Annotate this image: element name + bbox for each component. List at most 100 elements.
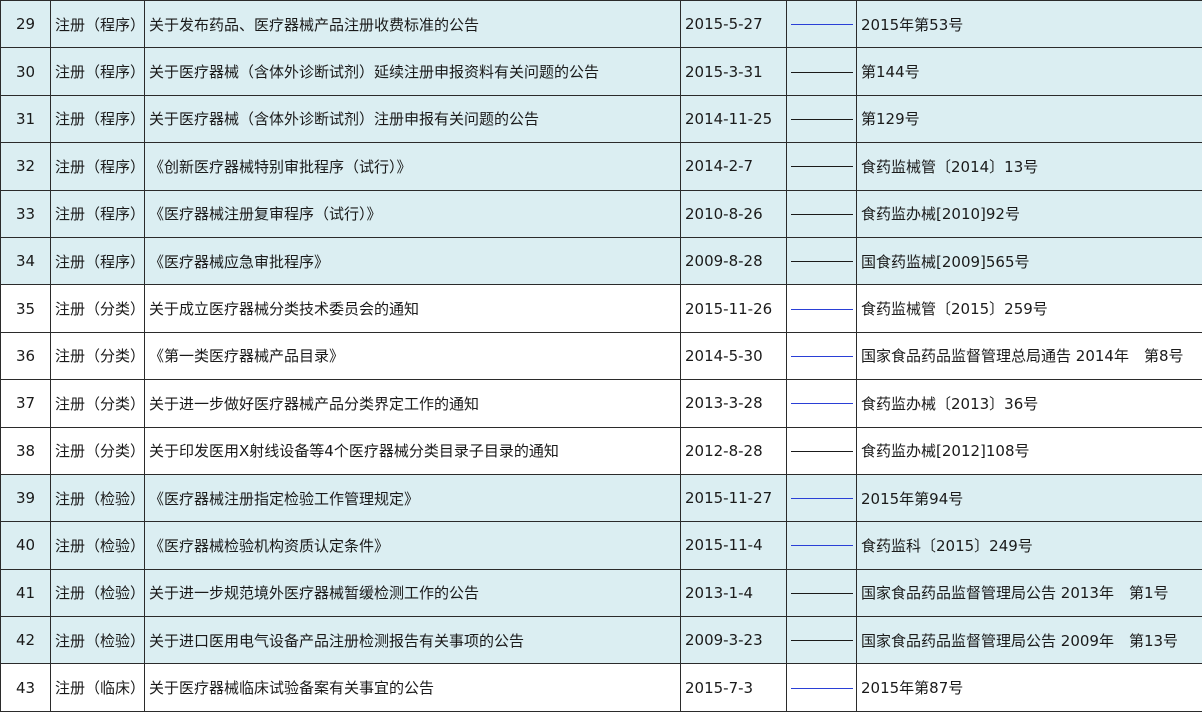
- row-document-number: 食药监械管〔2014〕13号: [856, 142, 1202, 191]
- table-row: 31 注册（程序） 关于医疗器械（含体外诊断试剂）注册申报有关问题的公告 201…: [0, 94, 1202, 144]
- document-link[interactable]: [791, 308, 853, 310]
- document-link[interactable]: [791, 498, 853, 500]
- document-link[interactable]: [791, 545, 853, 547]
- row-category: 注册（分类）: [50, 331, 145, 381]
- document-link[interactable]: [791, 71, 853, 73]
- row-document-number: 2015年第87号: [856, 663, 1202, 712]
- row-category: 注册（临床）: [50, 663, 145, 712]
- row-date: 2013-1-4: [680, 568, 787, 618]
- row-title: 关于发布药品、医疗器械产品注册收费标准的公告: [144, 0, 681, 49]
- row-title: 关于医疗器械（含体外诊断试剂）延续注册申报资料有关问题的公告: [144, 47, 681, 96]
- row-document-number: 食药监科〔2015〕249号: [856, 521, 1202, 570]
- row-category: 注册（检验）: [50, 568, 145, 618]
- row-link-cell[interactable]: [786, 426, 857, 475]
- row-category: 注册（程序）: [50, 94, 145, 144]
- table-row: 32 注册（程序） 《创新医疗器械特别审批程序（试行）》 2014-2-7 食药…: [0, 142, 1202, 191]
- regulations-table: 29 注册（程序） 关于发布药品、医疗器械产品注册收费标准的公告 2015-5-…: [0, 0, 1202, 712]
- row-number: 40: [0, 521, 51, 570]
- row-number: 29: [0, 0, 51, 49]
- document-link[interactable]: [791, 355, 853, 357]
- row-link-cell[interactable]: [786, 663, 857, 712]
- row-number: 39: [0, 473, 51, 523]
- row-category: 注册（分类）: [50, 284, 145, 333]
- row-date: 2009-8-28: [680, 236, 787, 286]
- row-document-number: 食药监办械[2010]92号: [856, 189, 1202, 238]
- row-link-cell[interactable]: [786, 47, 857, 96]
- row-document-number: 食药监械管〔2015〕259号: [856, 284, 1202, 333]
- document-link[interactable]: [791, 450, 853, 452]
- row-date: 2014-5-30: [680, 331, 787, 381]
- row-number: 37: [0, 379, 51, 428]
- row-document-number: 食药监办械[2012]108号: [856, 426, 1202, 475]
- row-link-cell[interactable]: [786, 379, 857, 428]
- row-title: 《医疗器械检验机构资质认定条件》: [144, 521, 681, 570]
- row-category: 注册（程序）: [50, 189, 145, 238]
- row-title: 关于进一步做好医疗器械产品分类界定工作的通知: [144, 379, 681, 428]
- table-row: 34 注册（程序） 《医疗器械应急审批程序》 2009-8-28 国食药监械[2…: [0, 236, 1202, 286]
- table-row: 41 注册（检验） 关于进一步规范境外医疗器械暂缓检测工作的公告 2013-1-…: [0, 568, 1202, 618]
- row-date: 2015-7-3: [680, 663, 787, 712]
- row-number: 32: [0, 142, 51, 191]
- row-title: 《创新医疗器械特别审批程序（试行）》: [144, 142, 681, 191]
- row-number: 38: [0, 426, 51, 475]
- row-number: 35: [0, 284, 51, 333]
- row-category: 注册（检验）: [50, 616, 145, 665]
- row-date: 2015-11-27: [680, 473, 787, 523]
- document-link[interactable]: [791, 118, 853, 120]
- document-link[interactable]: [791, 640, 853, 642]
- row-document-number: 2015年第94号: [856, 473, 1202, 523]
- row-number: 42: [0, 616, 51, 665]
- table-row: 42 注册（检验） 关于进口医用电气设备产品注册检测报告有关事项的公告 2009…: [0, 616, 1202, 665]
- row-date: 2014-11-25: [680, 94, 787, 144]
- table-row: 33 注册（程序） 《医疗器械注册复审程序（试行）》 2010-8-26 食药监…: [0, 189, 1202, 238]
- table-row: 36 注册（分类） 《第一类医疗器械产品目录》 2014-5-30 国家食品药品…: [0, 331, 1202, 381]
- table-row: 40 注册（检验） 《医疗器械检验机构资质认定条件》 2015-11-4 食药监…: [0, 521, 1202, 570]
- row-link-cell[interactable]: [786, 142, 857, 191]
- row-link-cell[interactable]: [786, 616, 857, 665]
- row-link-cell[interactable]: [786, 473, 857, 523]
- row-link-cell[interactable]: [786, 568, 857, 618]
- row-link-cell[interactable]: [786, 236, 857, 286]
- row-category: 注册（程序）: [50, 236, 145, 286]
- row-title: 关于成立医疗器械分类技术委员会的通知: [144, 284, 681, 333]
- row-title: 《医疗器械注册指定检验工作管理规定》: [144, 473, 681, 523]
- row-title: 关于印发医用X射线设备等4个医疗器械分类目录子目录的通知: [144, 426, 681, 475]
- row-category: 注册（检验）: [50, 473, 145, 523]
- row-category: 注册（程序）: [50, 0, 145, 49]
- document-link[interactable]: [791, 213, 853, 215]
- document-link[interactable]: [791, 261, 853, 263]
- row-link-cell[interactable]: [786, 284, 857, 333]
- row-link-cell[interactable]: [786, 189, 857, 238]
- document-link[interactable]: [791, 24, 853, 26]
- row-date: 2012-8-28: [680, 426, 787, 475]
- row-category: 注册（程序）: [50, 142, 145, 191]
- document-link[interactable]: [791, 687, 853, 689]
- row-category: 注册（分类）: [50, 379, 145, 428]
- row-link-cell[interactable]: [786, 331, 857, 381]
- table-row: 29 注册（程序） 关于发布药品、医疗器械产品注册收费标准的公告 2015-5-…: [0, 0, 1202, 49]
- row-document-number: 第144号: [856, 47, 1202, 96]
- row-number: 31: [0, 94, 51, 144]
- document-link[interactable]: [791, 403, 853, 405]
- table-row: 37 注册（分类） 关于进一步做好医疗器械产品分类界定工作的通知 2013-3-…: [0, 379, 1202, 428]
- row-document-number: 国家食品药品监督管理局公告 2013年 第1号: [856, 568, 1202, 618]
- table-row: 35 注册（分类） 关于成立医疗器械分类技术委员会的通知 2015-11-26 …: [0, 284, 1202, 333]
- row-link-cell[interactable]: [786, 0, 857, 49]
- row-date: 2015-3-31: [680, 47, 787, 96]
- table-row: 38 注册（分类） 关于印发医用X射线设备等4个医疗器械分类目录子目录的通知 2…: [0, 426, 1202, 475]
- row-date: 2010-8-26: [680, 189, 787, 238]
- row-link-cell[interactable]: [786, 521, 857, 570]
- row-link-cell[interactable]: [786, 94, 857, 144]
- row-date: 2015-5-27: [680, 0, 787, 49]
- row-number: 36: [0, 331, 51, 381]
- row-category: 注册（程序）: [50, 47, 145, 96]
- row-date: 2015-11-26: [680, 284, 787, 333]
- table-row: 39 注册（检验） 《医疗器械注册指定检验工作管理规定》 2015-11-27 …: [0, 473, 1202, 523]
- row-number: 34: [0, 236, 51, 286]
- document-link[interactable]: [791, 166, 853, 168]
- row-number: 41: [0, 568, 51, 618]
- document-link[interactable]: [791, 592, 853, 594]
- row-number: 33: [0, 189, 51, 238]
- row-title: 《医疗器械应急审批程序》: [144, 236, 681, 286]
- table-body: 29 注册（程序） 关于发布药品、医疗器械产品注册收费标准的公告 2015-5-…: [0, 0, 1202, 712]
